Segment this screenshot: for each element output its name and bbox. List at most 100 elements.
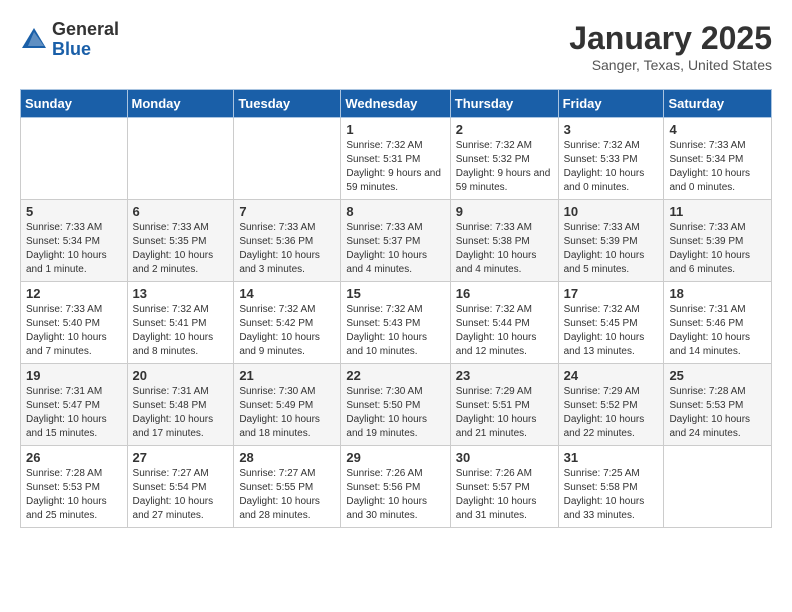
- day-info: Sunrise: 7:32 AMSunset: 5:44 PMDaylight:…: [456, 303, 553, 359]
- day-number: 13: [133, 286, 229, 301]
- header-day-thursday: Thursday: [450, 90, 558, 118]
- calendar-table: SundayMondayTuesdayWednesdayThursdayFrid…: [20, 89, 772, 528]
- day-number: 23: [456, 368, 553, 383]
- calendar-cell: 18 Sunrise: 7:31 AMSunset: 5:46 PMDayligh…: [664, 282, 772, 364]
- day-number: 28: [239, 450, 335, 465]
- day-number: 24: [564, 368, 659, 383]
- day-number: 29: [346, 450, 444, 465]
- calendar-cell: 27Sunrise: 7:27 AMSunset: 5:54 PMDayligh…: [127, 446, 234, 528]
- day-number: 30: [456, 450, 553, 465]
- calendar-cell: 20 Sunrise: 7:31 AMSunset: 5:48 PMDayligh…: [127, 364, 234, 446]
- day-number: 3: [564, 122, 659, 137]
- calendar-cell: 8 Sunrise: 7:33 AMSunset: 5:37 PMDaylight…: [341, 200, 450, 282]
- calendar-cell: 30 Sunrise: 7:26 AMSunset: 5:57 PMDayligh…: [450, 446, 558, 528]
- calendar-cell: [234, 118, 341, 200]
- day-info: Sunrise: 7:32 AMSunset: 5:31 PMDaylight:…: [346, 139, 444, 195]
- calendar-cell: 3 Sunrise: 7:32 AMSunset: 5:33 PMDaylight…: [558, 118, 664, 200]
- day-info: Sunrise: 7:30 AMSunset: 5:50 PMDaylight:…: [346, 385, 444, 441]
- day-number: 6: [133, 204, 229, 219]
- calendar-subtitle: Sanger, Texas, United States: [569, 57, 772, 73]
- calendar-cell: 22 Sunrise: 7:30 AMSunset: 5:50 PMDayligh…: [341, 364, 450, 446]
- day-info: Sunrise: 7:33 AMSunset: 5:36 PMDaylight:…: [239, 221, 335, 277]
- day-number: 5: [26, 204, 122, 219]
- day-number: 12: [26, 286, 122, 301]
- day-info: Sunrise: 7:29 AMSunset: 5:51 PMDaylight:…: [456, 385, 553, 441]
- calendar-cell: [127, 118, 234, 200]
- calendar-cell: 13Sunrise: 7:32 AMSunset: 5:41 PMDayligh…: [127, 282, 234, 364]
- day-info: Sunrise: 7:31 AMSunset: 5:48 PMDaylight:…: [133, 385, 229, 441]
- header-day-tuesday: Tuesday: [234, 90, 341, 118]
- week-row-4: 19Sunrise: 7:31 AMSunset: 5:47 PMDayligh…: [21, 364, 772, 446]
- calendar-cell: 28 Sunrise: 7:27 AMSunset: 5:55 PMDayligh…: [234, 446, 341, 528]
- calendar-cell: 24 Sunrise: 7:29 AMSunset: 5:52 PMDayligh…: [558, 364, 664, 446]
- logo: General Blue: [20, 20, 119, 60]
- calendar-cell: 9 Sunrise: 7:33 AMSunset: 5:38 PMDaylight…: [450, 200, 558, 282]
- day-info: Sunrise: 7:33 AMSunset: 5:37 PMDaylight:…: [346, 221, 444, 277]
- day-info: Sunrise: 7:31 AMSunset: 5:46 PMDaylight:…: [669, 303, 766, 359]
- day-info: Sunrise: 7:25 AMSunset: 5:58 PMDaylight:…: [564, 467, 659, 523]
- calendar-header: SundayMondayTuesdayWednesdayThursdayFrid…: [21, 90, 772, 118]
- title-block: January 2025 Sanger, Texas, United State…: [569, 20, 772, 73]
- calendar-cell: 31 Sunrise: 7:25 AMSunset: 5:58 PMDayligh…: [558, 446, 664, 528]
- logo-icon: [20, 26, 48, 54]
- day-info: Sunrise: 7:32 AMSunset: 5:33 PMDaylight:…: [564, 139, 659, 195]
- day-number: 26: [26, 450, 122, 465]
- calendar-cell: 25 Sunrise: 7:28 AMSunset: 5:53 PMDayligh…: [664, 364, 772, 446]
- calendar-cell: 10 Sunrise: 7:33 AMSunset: 5:39 PMDayligh…: [558, 200, 664, 282]
- header-day-monday: Monday: [127, 90, 234, 118]
- week-row-1: 1 Sunrise: 7:32 AMSunset: 5:31 PMDaylight…: [21, 118, 772, 200]
- day-info: Sunrise: 7:26 AMSunset: 5:57 PMDaylight:…: [456, 467, 553, 523]
- day-info: Sunrise: 7:32 AMSunset: 5:45 PMDaylight:…: [564, 303, 659, 359]
- calendar-body: 1 Sunrise: 7:32 AMSunset: 5:31 PMDaylight…: [21, 118, 772, 528]
- day-number: 10: [564, 204, 659, 219]
- header-day-saturday: Saturday: [664, 90, 772, 118]
- day-info: Sunrise: 7:33 AMSunset: 5:39 PMDaylight:…: [669, 221, 766, 277]
- calendar-cell: 29Sunrise: 7:26 AMSunset: 5:56 PMDayligh…: [341, 446, 450, 528]
- calendar-cell: 17 Sunrise: 7:32 AMSunset: 5:45 PMDayligh…: [558, 282, 664, 364]
- day-info: Sunrise: 7:28 AMSunset: 5:53 PMDaylight:…: [669, 385, 766, 441]
- day-number: 9: [456, 204, 553, 219]
- calendar-cell: 6 Sunrise: 7:33 AMSunset: 5:35 PMDaylight…: [127, 200, 234, 282]
- header-day-sunday: Sunday: [21, 90, 128, 118]
- day-number: 8: [346, 204, 444, 219]
- day-number: 11: [669, 204, 766, 219]
- day-number: 4: [669, 122, 766, 137]
- day-number: 1: [346, 122, 444, 137]
- calendar-title: January 2025: [569, 20, 772, 57]
- day-number: 20: [133, 368, 229, 383]
- calendar-cell: [664, 446, 772, 528]
- calendar-cell: 1 Sunrise: 7:32 AMSunset: 5:31 PMDaylight…: [341, 118, 450, 200]
- day-info: Sunrise: 7:27 AMSunset: 5:55 PMDaylight:…: [239, 467, 335, 523]
- day-info: Sunrise: 7:32 AMSunset: 5:32 PMDaylight:…: [456, 139, 553, 195]
- day-info: Sunrise: 7:28 AMSunset: 5:53 PMDaylight:…: [26, 467, 122, 523]
- calendar-cell: [21, 118, 128, 200]
- calendar-cell: 7 Sunrise: 7:33 AMSunset: 5:36 PMDaylight…: [234, 200, 341, 282]
- page-header: General Blue January 2025 Sanger, Texas,…: [20, 20, 772, 73]
- day-info: Sunrise: 7:33 AMSunset: 5:39 PMDaylight:…: [564, 221, 659, 277]
- day-info: Sunrise: 7:33 AMSunset: 5:40 PMDaylight:…: [26, 303, 122, 359]
- day-number: 22: [346, 368, 444, 383]
- day-info: Sunrise: 7:33 AMSunset: 5:38 PMDaylight:…: [456, 221, 553, 277]
- header-row: SundayMondayTuesdayWednesdayThursdayFrid…: [21, 90, 772, 118]
- calendar-cell: 11 Sunrise: 7:33 AMSunset: 5:39 PMDayligh…: [664, 200, 772, 282]
- day-number: 7: [239, 204, 335, 219]
- week-row-3: 12 Sunrise: 7:33 AMSunset: 5:40 PMDayligh…: [21, 282, 772, 364]
- day-number: 17: [564, 286, 659, 301]
- day-number: 25: [669, 368, 766, 383]
- day-number: 18: [669, 286, 766, 301]
- calendar-cell: 16 Sunrise: 7:32 AMSunset: 5:44 PMDayligh…: [450, 282, 558, 364]
- day-info: Sunrise: 7:29 AMSunset: 5:52 PMDaylight:…: [564, 385, 659, 441]
- day-info: Sunrise: 7:30 AMSunset: 5:49 PMDaylight:…: [239, 385, 335, 441]
- day-number: 31: [564, 450, 659, 465]
- calendar-cell: 2Sunrise: 7:32 AMSunset: 5:32 PMDaylight…: [450, 118, 558, 200]
- logo-text: General Blue: [52, 20, 119, 60]
- day-info: Sunrise: 7:33 AMSunset: 5:35 PMDaylight:…: [133, 221, 229, 277]
- day-info: Sunrise: 7:33 AMSunset: 5:34 PMDaylight:…: [669, 139, 766, 195]
- header-day-wednesday: Wednesday: [341, 90, 450, 118]
- day-number: 16: [456, 286, 553, 301]
- calendar-cell: 15Sunrise: 7:32 AMSunset: 5:43 PMDayligh…: [341, 282, 450, 364]
- day-info: Sunrise: 7:32 AMSunset: 5:43 PMDaylight:…: [346, 303, 444, 359]
- day-info: Sunrise: 7:33 AMSunset: 5:34 PMDaylight:…: [26, 221, 122, 277]
- day-info: Sunrise: 7:31 AMSunset: 5:47 PMDaylight:…: [26, 385, 122, 441]
- calendar-cell: 26 Sunrise: 7:28 AMSunset: 5:53 PMDayligh…: [21, 446, 128, 528]
